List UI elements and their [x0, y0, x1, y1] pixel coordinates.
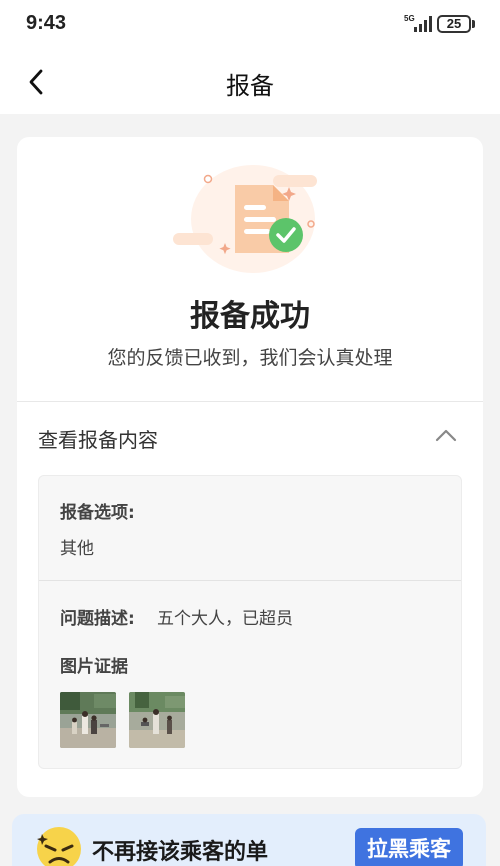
- battery-tip: [472, 20, 475, 28]
- inner-divider: [39, 580, 461, 581]
- status-time: 9:43: [26, 12, 67, 34]
- success-subtitle: 您的反馈已收到，我们会认真处理: [107, 347, 393, 369]
- angry-face-icon: [37, 827, 81, 866]
- report-success-illustration: [173, 165, 317, 273]
- chevron-up-icon: [435, 429, 457, 442]
- report-detail-box: 报备选项: 其他 问题描述: 五个大人，已超员 图片证据: [38, 475, 462, 769]
- section-title: 查看报备内容: [38, 428, 158, 452]
- issue-description-value: 五个大人，已超员: [157, 609, 293, 629]
- battery-icon: 25: [437, 15, 471, 33]
- report-content-toggle[interactable]: 查看报备内容: [17, 402, 483, 472]
- result-card: 报备成功 您的反馈已收到，我们会认真处理 查看报备内容 报备选项: 其他 问题描…: [17, 137, 483, 797]
- evidence-label: 图片证据: [60, 657, 128, 677]
- block-passenger-banner: 不再接该乘客的单 拉黑乘客: [12, 814, 486, 866]
- nav-bar: 报备: [0, 50, 500, 114]
- issue-description-label: 问题描述:: [60, 609, 135, 629]
- report-option-label: 报备选项:: [60, 503, 135, 523]
- block-passenger-button[interactable]: 拉黑乘客: [355, 828, 463, 866]
- success-title: 报备成功: [190, 299, 310, 334]
- evidence-photo-1[interactable]: [60, 692, 116, 748]
- report-option-value: 其他: [60, 539, 94, 559]
- evidence-photo-2[interactable]: [129, 692, 185, 748]
- status-bar: 9:43 5G 25: [0, 0, 500, 50]
- banner-text: 不再接该乘客的单: [92, 840, 269, 865]
- signal-icon: [414, 16, 432, 32]
- battery-level: 25: [446, 16, 462, 31]
- page-title: 报备: [226, 72, 274, 100]
